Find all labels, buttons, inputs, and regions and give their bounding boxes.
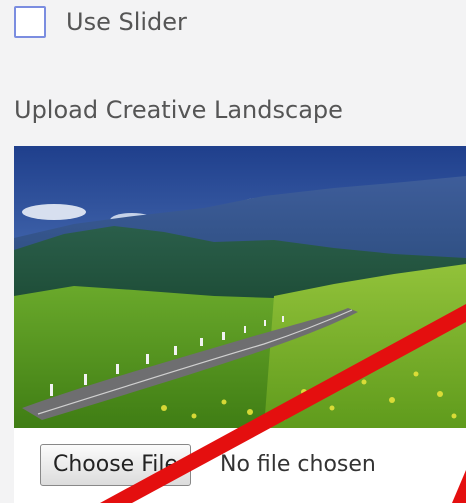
upload-creative-landscape-label: Upload Creative Landscape	[14, 96, 343, 124]
use-slider-checkbox[interactable]	[14, 6, 46, 38]
file-status-text: No file chosen	[220, 452, 376, 477]
choose-file-button[interactable]: Choose File	[40, 444, 192, 486]
upload-settings-panel: Use Slider Upload Creative Landscape Cho…	[0, 0, 466, 503]
use-slider-option[interactable]: Use Slider	[14, 6, 187, 38]
file-upload-control: Choose File No file chosen	[14, 428, 466, 503]
use-slider-label: Use Slider	[66, 8, 187, 36]
landscape-preview-image	[14, 146, 466, 428]
